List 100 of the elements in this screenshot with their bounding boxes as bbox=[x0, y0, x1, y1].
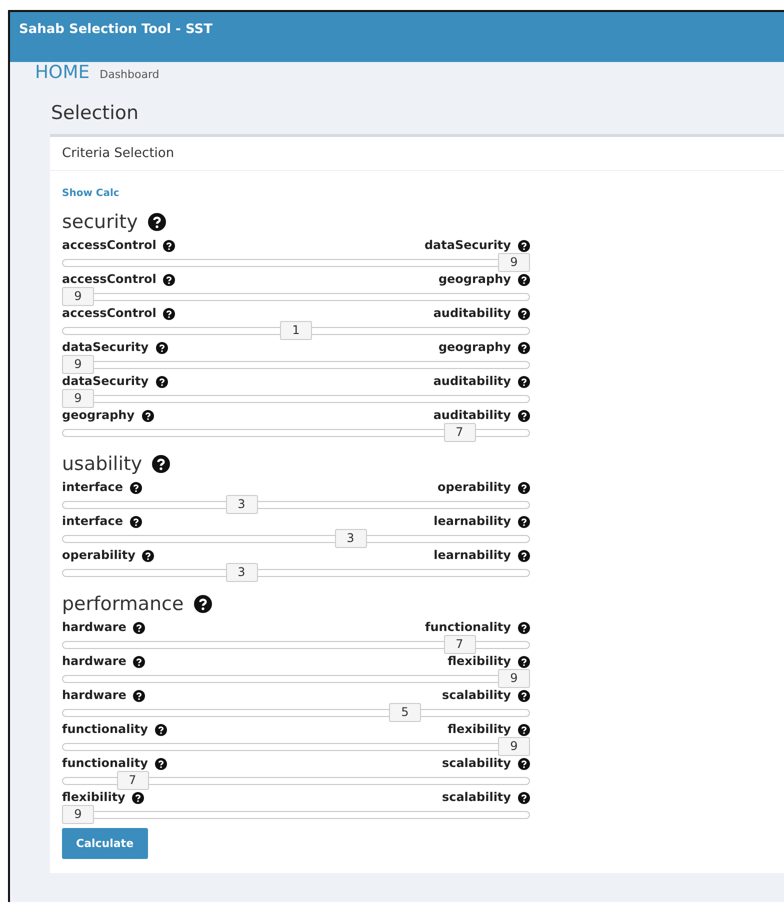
slider-thumb[interactable]: 9 bbox=[62, 805, 94, 824]
help-icon[interactable] bbox=[518, 758, 530, 770]
group-title: performance bbox=[62, 593, 184, 615]
criterion-label: geography bbox=[438, 340, 511, 355]
help-icon[interactable] bbox=[130, 516, 142, 528]
criterion-label: accessControl bbox=[62, 306, 156, 321]
criterion-label: auditability bbox=[433, 374, 511, 389]
help-icon[interactable] bbox=[518, 724, 530, 736]
help-icon[interactable] bbox=[518, 622, 530, 634]
slider[interactable]: 3 bbox=[62, 495, 530, 514]
help-icon[interactable] bbox=[518, 240, 530, 252]
group-title: security bbox=[62, 211, 138, 233]
slider-thumb[interactable]: 3 bbox=[334, 529, 366, 548]
slider[interactable]: 9 bbox=[62, 737, 530, 756]
criterion-label: interface bbox=[62, 480, 124, 495]
criterion-label: scalability bbox=[442, 790, 511, 805]
criterion-label: geography bbox=[62, 408, 135, 423]
help-icon[interactable] bbox=[148, 213, 166, 231]
criterion-label: operability bbox=[438, 480, 511, 495]
help-icon[interactable] bbox=[132, 792, 144, 804]
criterion-label: flexibility bbox=[62, 790, 126, 805]
card-title: Criteria Selection bbox=[62, 146, 174, 161]
slider-thumb[interactable]: 1 bbox=[280, 321, 312, 340]
criterion-label: auditability bbox=[433, 306, 511, 321]
help-icon[interactable] bbox=[163, 308, 176, 320]
help-icon[interactable] bbox=[133, 656, 146, 668]
criterion-label: accessControl bbox=[62, 238, 156, 253]
slider-thumb[interactable]: 9 bbox=[62, 389, 94, 408]
slider-thumb[interactable]: 9 bbox=[62, 287, 94, 306]
criterion-label: dataSecurity bbox=[424, 238, 511, 253]
slider-thumb[interactable]: 9 bbox=[62, 355, 94, 374]
slider-thumb[interactable]: 7 bbox=[116, 771, 148, 790]
criterion-label: dataSecurity bbox=[62, 340, 149, 355]
help-icon[interactable] bbox=[154, 758, 167, 770]
slider[interactable]: 3 bbox=[62, 563, 530, 582]
criterion-label: operability bbox=[62, 548, 136, 563]
show-calc-link[interactable]: Show Calc bbox=[62, 188, 120, 199]
slider[interactable]: 9 bbox=[62, 253, 530, 272]
help-icon[interactable] bbox=[156, 376, 168, 388]
help-icon[interactable] bbox=[130, 482, 142, 494]
slider[interactable]: 9 bbox=[62, 287, 530, 306]
help-icon[interactable] bbox=[163, 240, 176, 252]
slider[interactable]: 9 bbox=[62, 389, 530, 408]
slider-thumb[interactable]: 7 bbox=[444, 635, 476, 654]
criterion-label: learnability bbox=[434, 548, 511, 563]
criterion-label: accessControl bbox=[62, 272, 156, 287]
criterion-label: interface bbox=[62, 514, 124, 529]
help-icon[interactable] bbox=[518, 516, 530, 528]
criterion-label: hardware bbox=[62, 620, 126, 635]
criterion-label: functionality bbox=[425, 620, 511, 635]
help-icon[interactable] bbox=[518, 482, 530, 494]
help-icon[interactable] bbox=[163, 274, 176, 286]
slider-thumb[interactable]: 9 bbox=[498, 253, 530, 272]
slider-thumb[interactable]: 9 bbox=[498, 737, 530, 756]
slider[interactable]: 9 bbox=[62, 669, 530, 688]
help-icon[interactable] bbox=[518, 376, 530, 388]
help-icon[interactable] bbox=[142, 410, 154, 422]
slider[interactable]: 7 bbox=[62, 423, 530, 442]
criterion-label: hardware bbox=[62, 688, 126, 703]
slider[interactable]: 9 bbox=[62, 805, 530, 824]
help-icon[interactable] bbox=[142, 550, 154, 562]
help-icon[interactable] bbox=[518, 342, 530, 354]
slider[interactable]: 3 bbox=[62, 529, 530, 548]
group-title: usability bbox=[62, 453, 142, 475]
slider[interactable]: 1 bbox=[62, 321, 530, 340]
help-icon[interactable] bbox=[518, 308, 530, 320]
criterion-label: flexibility bbox=[448, 654, 511, 669]
help-icon[interactable] bbox=[518, 792, 530, 804]
calculate-button[interactable]: Calculate bbox=[62, 828, 148, 859]
slider[interactable]: 7 bbox=[62, 635, 530, 654]
criterion-label: flexibility bbox=[448, 722, 511, 737]
criterion-label: scalability bbox=[442, 688, 511, 703]
criterion-label: functionality bbox=[62, 722, 148, 737]
help-icon[interactable] bbox=[518, 656, 530, 668]
slider-thumb[interactable]: 7 bbox=[444, 423, 476, 442]
help-icon[interactable] bbox=[518, 274, 530, 286]
help-icon[interactable] bbox=[152, 455, 170, 473]
help-icon[interactable] bbox=[518, 410, 530, 422]
help-icon[interactable] bbox=[133, 622, 146, 634]
slider[interactable]: 5 bbox=[62, 703, 530, 722]
page-title: Selection bbox=[50, 101, 140, 126]
help-icon[interactable] bbox=[518, 690, 530, 702]
help-icon[interactable] bbox=[518, 550, 530, 562]
slider-thumb[interactable]: 9 bbox=[498, 669, 530, 688]
criterion-label: hardware bbox=[62, 654, 126, 669]
help-icon[interactable] bbox=[156, 342, 168, 354]
slider-thumb[interactable]: 3 bbox=[226, 495, 258, 514]
slider[interactable]: 7 bbox=[62, 771, 530, 790]
help-icon[interactable] bbox=[154, 724, 167, 736]
criterion-label: functionality bbox=[62, 756, 148, 771]
criterion-label: dataSecurity bbox=[62, 374, 149, 389]
criterion-label: geography bbox=[438, 272, 511, 287]
help-icon[interactable] bbox=[133, 690, 146, 702]
criterion-label: scalability bbox=[442, 756, 511, 771]
slider[interactable]: 9 bbox=[62, 355, 530, 374]
criterion-label: auditability bbox=[433, 408, 511, 423]
app-title: Sahab Selection Tool - SST bbox=[19, 22, 212, 37]
slider-thumb[interactable]: 3 bbox=[226, 563, 258, 582]
help-icon[interactable] bbox=[194, 595, 212, 613]
slider-thumb[interactable]: 5 bbox=[389, 703, 421, 722]
